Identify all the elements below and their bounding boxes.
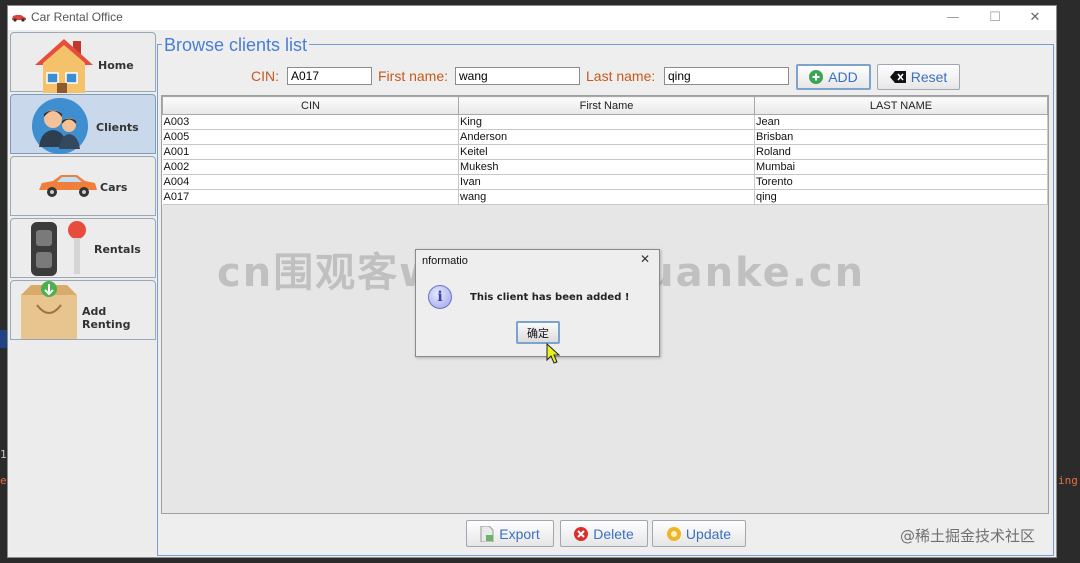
table-cell: wang: [458, 189, 755, 205]
reset-button-label: Reset: [910, 69, 948, 85]
reset-button[interactable]: Reset: [877, 64, 960, 90]
table-cell: Keitel: [458, 144, 755, 160]
sidebar-item-label: Rentals: [94, 243, 141, 256]
table-row[interactable]: A001 Keitel Roland: [162, 144, 1048, 160]
cin-label: CIN:: [251, 68, 279, 84]
table-row[interactable]: A002 Mukesh Mumbai: [162, 159, 1048, 175]
plus-circle-icon: [809, 70, 824, 84]
car-key-icon: [31, 221, 86, 276]
export-button-label: Export: [499, 525, 540, 542]
delete-button-label: Delete: [593, 525, 634, 542]
table-cell: A004: [162, 174, 459, 190]
table-cell: Jean: [754, 114, 1048, 130]
table-cell: Mukesh: [458, 159, 755, 175]
table-cell: Mumbai: [754, 159, 1048, 175]
column-header-first-name[interactable]: First Name: [458, 96, 755, 115]
table-cell: A001: [162, 144, 459, 160]
dialog-message: This client has been added !: [470, 292, 630, 303]
table-cell: A002: [162, 159, 459, 175]
window-title: Car Rental Office: [31, 10, 123, 24]
delete-button[interactable]: Delete: [560, 520, 648, 547]
box-icon: [21, 281, 77, 339]
mouse-cursor-icon: [546, 343, 561, 364]
column-header-cin[interactable]: CIN: [162, 96, 459, 115]
table-cell: Torento: [754, 174, 1048, 190]
close-button[interactable]: ✕: [1020, 8, 1050, 28]
information-dialog: nformatio ✕ i This client has been added…: [415, 249, 660, 357]
table-cell: Roland: [754, 144, 1048, 160]
last-name-label: Last name:: [586, 68, 656, 84]
update-button[interactable]: Update: [652, 520, 746, 547]
minimize-button[interactable]: —: [938, 8, 968, 28]
sidebar-item-clients[interactable]: Clients: [10, 94, 156, 154]
people-icon: [32, 98, 88, 154]
table-row[interactable]: A017 wang qing: [162, 189, 1048, 205]
sidebar-item-label: Home: [98, 59, 134, 72]
column-header-last-name[interactable]: LAST NAME: [754, 96, 1048, 115]
backspace-icon: [889, 71, 906, 83]
update-button-label: Update: [685, 525, 732, 542]
add-button-label: ADD: [828, 69, 858, 85]
table-cell: A005: [162, 129, 459, 145]
house-icon: [35, 39, 93, 93]
sidebar-item-rentals[interactable]: Rentals: [10, 218, 156, 278]
sidebar-item-home[interactable]: Home: [10, 32, 156, 93]
panel-title: Browse clients list: [162, 35, 310, 56]
table-cell: Anderson: [458, 129, 755, 145]
document-export-icon: [480, 525, 494, 542]
clients-table-grid: CIN First Name LAST NAME A003 King Jean A0…: [162, 96, 1048, 205]
sidebar-item-label: Add Renting: [82, 305, 131, 331]
last-name-input[interactable]: [664, 67, 789, 85]
table-cell: Ivan: [458, 174, 755, 190]
table-cell: Brisban: [754, 129, 1048, 145]
sidebar-item-label: Cars: [100, 181, 128, 194]
dialog-title: nformatio: [422, 255, 468, 267]
sidebar: Home Clients Cars Rentals Add Renting: [10, 30, 156, 552]
background-text: e: [0, 474, 7, 487]
table-cell: qing: [754, 189, 1048, 205]
delete-icon: [574, 526, 589, 541]
background-text: 1: [0, 448, 7, 461]
table-row[interactable]: A004 Ivan Torento: [162, 174, 1048, 190]
table-cell: King: [458, 114, 755, 130]
add-button[interactable]: ADD: [796, 64, 871, 90]
table-cell: A017: [162, 189, 459, 205]
background-text: ing: [1058, 474, 1078, 487]
first-name-label: First name:: [378, 68, 449, 84]
close-icon[interactable]: ✕: [640, 252, 650, 266]
update-icon: [666, 526, 681, 541]
first-name-input[interactable]: [455, 67, 580, 85]
sidebar-item-cars[interactable]: Cars: [10, 156, 156, 216]
title-bar: Car Rental Office — ☐ ✕: [8, 6, 1056, 30]
table-header-row: CIN First Name LAST NAME: [162, 96, 1048, 115]
table-cell: A003: [162, 114, 459, 130]
table-row[interactable]: A003 King Jean: [162, 114, 1048, 130]
cin-input[interactable]: [287, 67, 372, 85]
maximize-button[interactable]: ☐: [980, 8, 1010, 28]
table-row[interactable]: A005 Anderson Brisban: [162, 129, 1048, 145]
sidebar-item-label: Clients: [96, 121, 139, 134]
corner-watermark: @稀土掘金技术社区: [900, 527, 1036, 545]
sidebar-item-add-renting[interactable]: Add Renting: [10, 280, 156, 340]
info-icon: i: [428, 285, 452, 309]
export-button[interactable]: Export: [466, 520, 554, 547]
car-app-icon: [12, 15, 26, 22]
car-icon: [39, 175, 97, 197]
ok-button[interactable]: 确定: [516, 321, 560, 344]
